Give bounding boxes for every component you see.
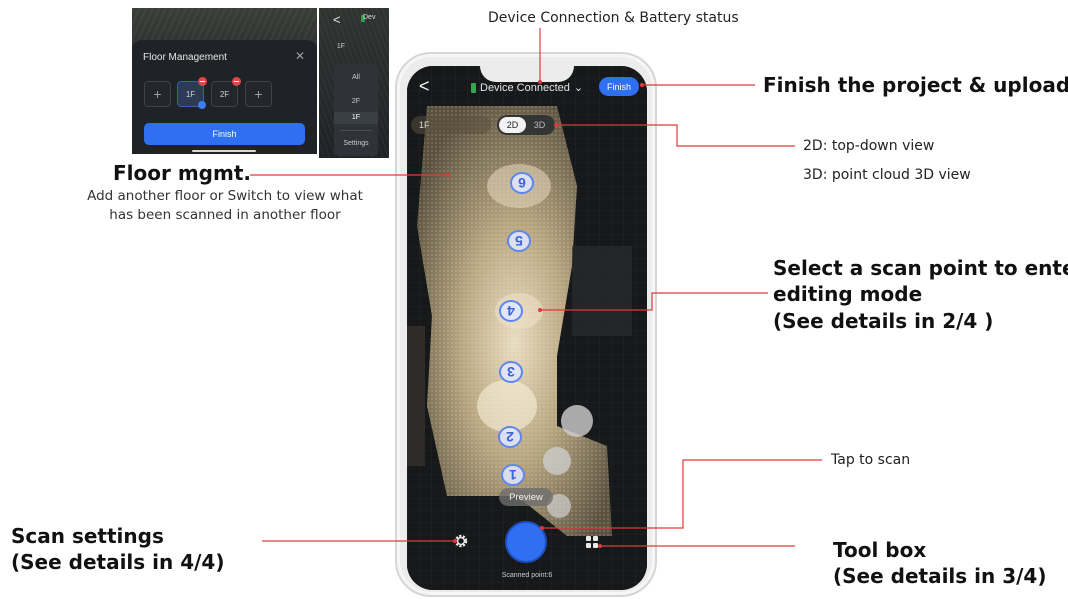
battery-icon (471, 82, 476, 93)
scan-point-6[interactable]: 6 (510, 172, 534, 194)
device-label: Dev (363, 14, 376, 21)
floor-label: 2F (219, 89, 230, 99)
scan-point-4[interactable]: 4 (499, 300, 523, 322)
floor-list-item[interactable]: 2F (334, 98, 378, 105)
annotation-scan-settings-2: (See details in 4/4) (11, 550, 225, 574)
grid-icon[interactable] (586, 536, 598, 548)
point-cloud-map[interactable] (407, 66, 647, 590)
floor-list-item[interactable]: 1F (319, 43, 363, 50)
annotation-tool-box-2: (See details in 3/4) (833, 564, 1047, 588)
close-icon[interactable]: ✕ (295, 49, 305, 63)
floor-tile-1f[interactable]: 1F (177, 77, 207, 109)
dialog-title: Floor Management (143, 52, 227, 63)
plus-icon: + (254, 86, 263, 102)
annotation-scan-settings-1: Scan settings (11, 524, 164, 548)
scan-point-5[interactable]: 5 (507, 230, 531, 252)
floor-tile-2f[interactable]: 2F (211, 77, 241, 107)
finish-button[interactable]: Finish (599, 77, 639, 96)
floor-list-item-active[interactable]: 1F (334, 112, 378, 124)
view-mode-toggle: 2D 3D (497, 115, 555, 135)
annotation-scan-point-2: editing mode (773, 282, 923, 306)
annotation-finish-upload: Finish the project & upload (763, 73, 1068, 97)
delete-badge-icon[interactable] (198, 77, 207, 86)
add-floor-after-button[interactable]: + (245, 81, 272, 107)
annotation-tap-to-scan: Tap to scan (831, 452, 911, 468)
annotation-floor-mgmt-title: Floor mgmt. (113, 161, 251, 185)
floor-selector-label: 1F (419, 120, 430, 130)
floor-management-inset: Floor Management ✕ + 1F 2F + Finish (132, 8, 317, 154)
scan-point-1[interactable]: 1 (501, 464, 525, 486)
edit-dot-icon[interactable] (198, 101, 206, 109)
phone-notch (480, 66, 574, 82)
scan-button[interactable] (505, 521, 547, 563)
preview-button[interactable]: Preview (499, 488, 553, 506)
settings-item[interactable]: Settings (334, 140, 378, 147)
home-indicator (192, 150, 256, 152)
floor-list-item[interactable]: All (334, 74, 378, 81)
device-status-label: Device Connected (480, 81, 570, 94)
floor-selector[interactable]: 1F (411, 116, 491, 134)
grid-cell (586, 536, 591, 541)
gear-icon[interactable] (453, 533, 469, 549)
floor-list-inset: < Dev 1F All 2F 1F Settings (319, 8, 389, 158)
scan-point-2[interactable]: 2 (498, 426, 522, 448)
grid-cell (586, 543, 591, 548)
divider (340, 130, 372, 131)
annotation-3d-view: 3D: point cloud 3D view (803, 167, 971, 183)
chevron-down-icon: ⌄ (573, 82, 584, 94)
view-3d-button[interactable]: 3D (526, 117, 553, 133)
phone-screen: < Device Connected ⌄ Finish 1F 2D 3D 6 5… (407, 66, 647, 590)
floor-dropdown: All 2F 1F Settings (334, 64, 378, 156)
grid-cell (593, 543, 598, 548)
annotation-tool-box-1: Tool box (833, 538, 927, 562)
view-2d-button[interactable]: 2D (499, 117, 526, 133)
dialog-finish-button[interactable]: Finish (144, 123, 305, 145)
back-icon[interactable]: < (419, 76, 430, 97)
annotation-2d-view: 2D: top-down view (803, 138, 935, 154)
grid-cell (593, 536, 598, 541)
annotation-scan-point-1: Select a scan point to enter (773, 256, 1068, 280)
floor-management-dialog: Floor Management ✕ + 1F 2F + Finish (132, 40, 317, 154)
add-floor-before-button[interactable]: + (144, 81, 171, 107)
scan-point-3[interactable]: 3 (499, 361, 523, 383)
annotation-floor-mgmt-desc2: has been scanned in another floor (109, 207, 341, 223)
annotation-scan-point-3: (See details in 2/4 ) (773, 309, 994, 333)
back-icon[interactable]: < (333, 12, 341, 27)
plus-icon: + (153, 86, 162, 102)
device-status[interactable]: Device Connected ⌄ (471, 81, 583, 94)
annotation-device-status: Device Connection & Battery status (488, 10, 739, 26)
annotation-floor-mgmt-desc1: Add another floor or Switch to view what (87, 188, 363, 204)
scanned-points-count: Scanned point:6 (501, 572, 553, 579)
delete-badge-icon[interactable] (232, 77, 241, 86)
floor-label: 1F (185, 89, 196, 99)
